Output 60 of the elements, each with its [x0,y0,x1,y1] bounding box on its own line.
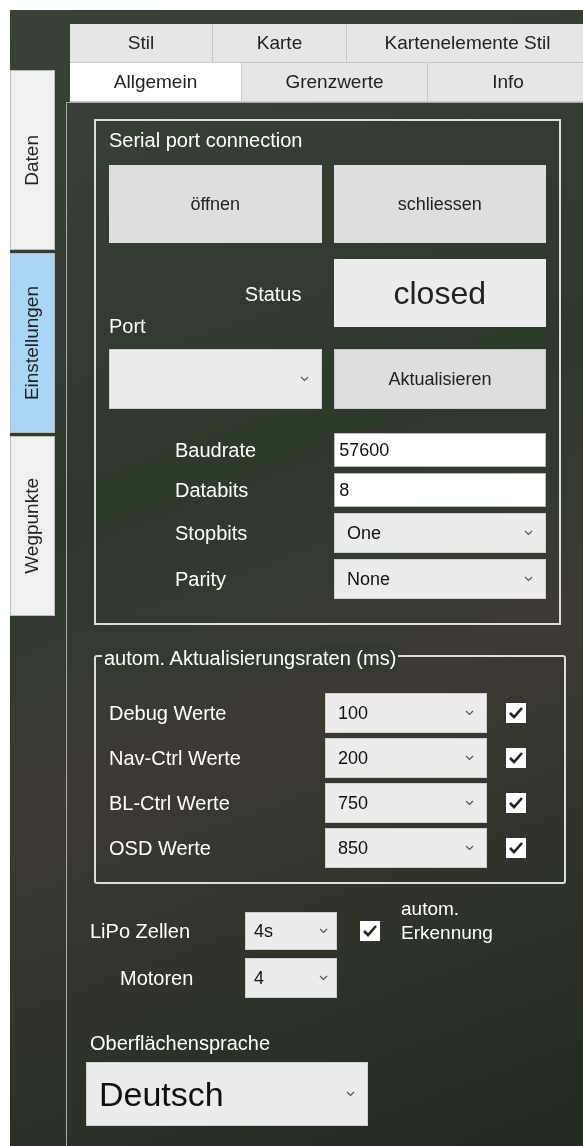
lipo-label: LiPo Zellen [90,919,192,944]
rate-label: Debug Werte [109,701,228,726]
tab[interactable]: Allgemein [70,63,242,102]
dropdown[interactable]: 4 [245,958,337,998]
caret-icon [465,710,474,716]
caret-icon [524,530,533,536]
motors-label: Motoren [119,966,195,991]
checkmark-icon [508,841,524,855]
tab[interactable]: Grenzwerte [242,63,428,102]
caret-icon [299,376,309,382]
setting-label: Stopbits [174,521,249,546]
text-field[interactable]: 8 [334,473,546,507]
caret-icon [319,975,328,981]
open-button[interactable]: öffnen [109,165,322,243]
checkmark-icon [508,751,524,765]
checkbox[interactable] [505,702,527,724]
side-tab[interactable]: Daten [10,70,55,250]
dropdown[interactable]: 750 [325,783,487,823]
group-title: autom. Aktualisierungsraten (ms) [102,643,399,673]
checkmark-icon [362,924,378,938]
close-button[interactable]: schliessen [333,165,546,243]
tab[interactable]: Info [428,63,583,102]
rate-label: BL-Ctrl Werte [109,791,231,816]
tab[interactable]: Kartenelemente Stil [347,24,583,63]
checkbox[interactable] [505,837,527,859]
dropdown[interactable]: 4s [245,912,337,950]
checkmark-icon [508,796,524,810]
side-tab[interactable]: Einstellungen [10,253,55,433]
auto-detect-label: autom. Erkennung [401,897,494,945]
caret-icon [465,755,474,761]
dropdown[interactable]: Deutsch [86,1062,368,1126]
tab[interactable]: Stil [70,24,213,63]
group-title: Serial port connection [109,128,304,153]
caret-icon [465,845,474,851]
rate-label: Nav-Ctrl Werte [109,746,242,771]
status-display: closed [333,259,546,327]
dropdown[interactable]: None [333,559,546,599]
dropdown[interactable]: One [333,513,546,553]
checkmark-icon [508,706,524,720]
caret-icon [319,928,328,934]
dropdown[interactable]: 200 [325,738,487,778]
caret-icon [524,576,533,582]
language-label: Oberflächensprache [90,1031,272,1056]
status-label: Status [244,282,302,307]
dropdown[interactable]: 100 [325,693,487,733]
caret-icon [346,1091,355,1097]
rate-label: OSD Werte [109,836,212,861]
text-field[interactable]: 57600 [334,433,546,467]
caret-icon [465,800,474,806]
setting-label: Baudrate [174,438,258,463]
checkbox[interactable] [505,792,527,814]
side-tab[interactable]: Wegpunkte [10,436,55,616]
refresh-button[interactable]: Aktualisieren [333,349,546,409]
checkbox[interactable] [359,920,381,942]
port-label: Port [109,314,146,339]
setting-label: Parity [174,567,228,592]
setting-label: Databits [174,478,250,503]
checkbox[interactable] [505,747,527,769]
dropdown[interactable]: 850 [325,828,487,868]
tab[interactable]: Karte [213,24,347,63]
